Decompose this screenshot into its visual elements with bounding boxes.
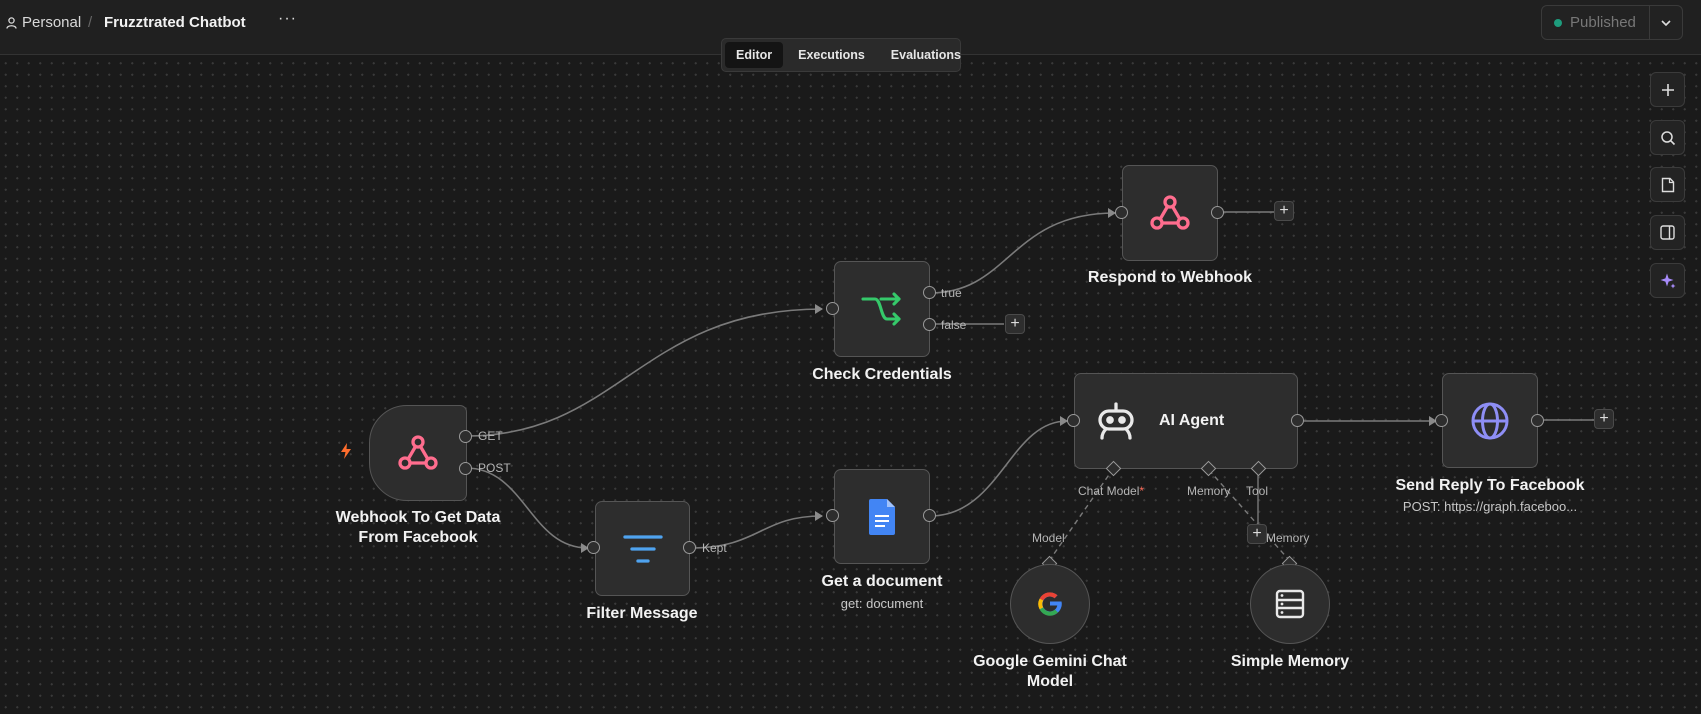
add-tool-button[interactable]: + [1247,524,1267,544]
lightning-icon [341,443,351,459]
node-ai-agent[interactable]: AI Agent [1074,373,1298,469]
google-docs-icon [869,498,895,535]
filter-icon [622,534,663,563]
node-google-gemini-label: Google Gemini Chat Model [940,652,1160,692]
node-send-reply-label: Send Reply To Facebook [1395,477,1585,494]
input-label-memory: Memory [1187,484,1231,498]
globe-icon [1471,402,1509,439]
input-port-respond[interactable] [1115,206,1128,219]
node-simple-memory-label: Simple Memory [1230,653,1350,670]
node-label-line2: From Facebook [358,529,478,546]
node-label-line1: Google Gemini Chat [973,653,1127,670]
output-label-kept: Kept [702,541,727,555]
output-port-respond[interactable] [1211,206,1224,219]
output-label-true: true [941,286,962,300]
database-icon [1275,589,1305,619]
output-port-get[interactable] [459,430,472,443]
node-webhook-trigger[interactable] [369,405,467,501]
if-icon [861,292,901,326]
arrow-getdoc-in [815,511,823,521]
input-port-check[interactable] [826,302,839,315]
node-send-reply-to-facebook[interactable] [1442,373,1538,468]
node-check-credentials[interactable] [834,261,930,357]
input-port-filter[interactable] [587,541,600,554]
output-label-get: GET [478,429,503,443]
arrow-check-in [815,304,823,314]
output-label-model: Model [1032,531,1065,545]
google-icon [1038,592,1062,616]
input-label-tool: Tool [1246,484,1269,498]
chat-model-text: Chat Model [1078,484,1140,498]
webhook-icon [1150,195,1190,230]
node-label-line2: Model [1026,673,1074,690]
input-label-chat-model: Chat Model* [1078,484,1144,498]
node-respond-label: Respond to Webhook [1087,269,1253,286]
add-node-after-send-button[interactable]: + [1594,409,1614,429]
node-respond-to-webhook[interactable] [1122,165,1218,261]
connection-gemini-to-agent [1048,468,1114,562]
input-port-agent[interactable] [1067,414,1080,427]
add-node-false-button[interactable]: + [1005,314,1025,334]
add-node-after-respond-button[interactable]: + [1274,201,1294,221]
output-port-true[interactable] [923,286,936,299]
node-send-reply-subtitle: POST: https://graph.faceboo... [1402,499,1578,514]
output-label-memory: Memory [1266,531,1310,545]
node-webhook-trigger-label: Webhook To Get Data From Facebook [308,508,528,548]
node-simple-memory[interactable] [1250,564,1330,644]
robot-icon [1098,402,1134,440]
output-port-agent[interactable] [1291,414,1304,427]
output-port-getdoc[interactable] [923,509,936,522]
node-filter-message-label: Filter Message [586,605,698,622]
node-check-credentials-label: Check Credentials [812,366,952,383]
node-google-gemini-chat-model[interactable] [1010,564,1090,644]
connection-memory-to-agent [1207,468,1291,562]
output-label-false: false [941,318,967,332]
output-label-post: POST [478,461,511,475]
node-filter-message[interactable] [595,501,690,596]
input-port-getdoc[interactable] [826,509,839,522]
input-port-send[interactable] [1435,414,1448,427]
required-mark: * [1139,484,1145,498]
output-port-send[interactable] [1531,414,1544,427]
webhook-icon [398,435,438,470]
output-port-post[interactable] [459,462,472,475]
output-port-false[interactable] [923,318,936,331]
connection-get-to-check [465,308,823,437]
connection-getdoc-to-agent [929,420,1068,517]
node-ai-agent-label: AI Agent [1159,412,1225,429]
node-get-a-document[interactable] [834,469,930,564]
node-get-a-document-subtitle: get: document [840,596,924,611]
node-label-line1: Webhook To Get Data [335,509,501,526]
node-get-a-document-label: Get a document [821,573,943,590]
output-port-kept[interactable] [683,541,696,554]
